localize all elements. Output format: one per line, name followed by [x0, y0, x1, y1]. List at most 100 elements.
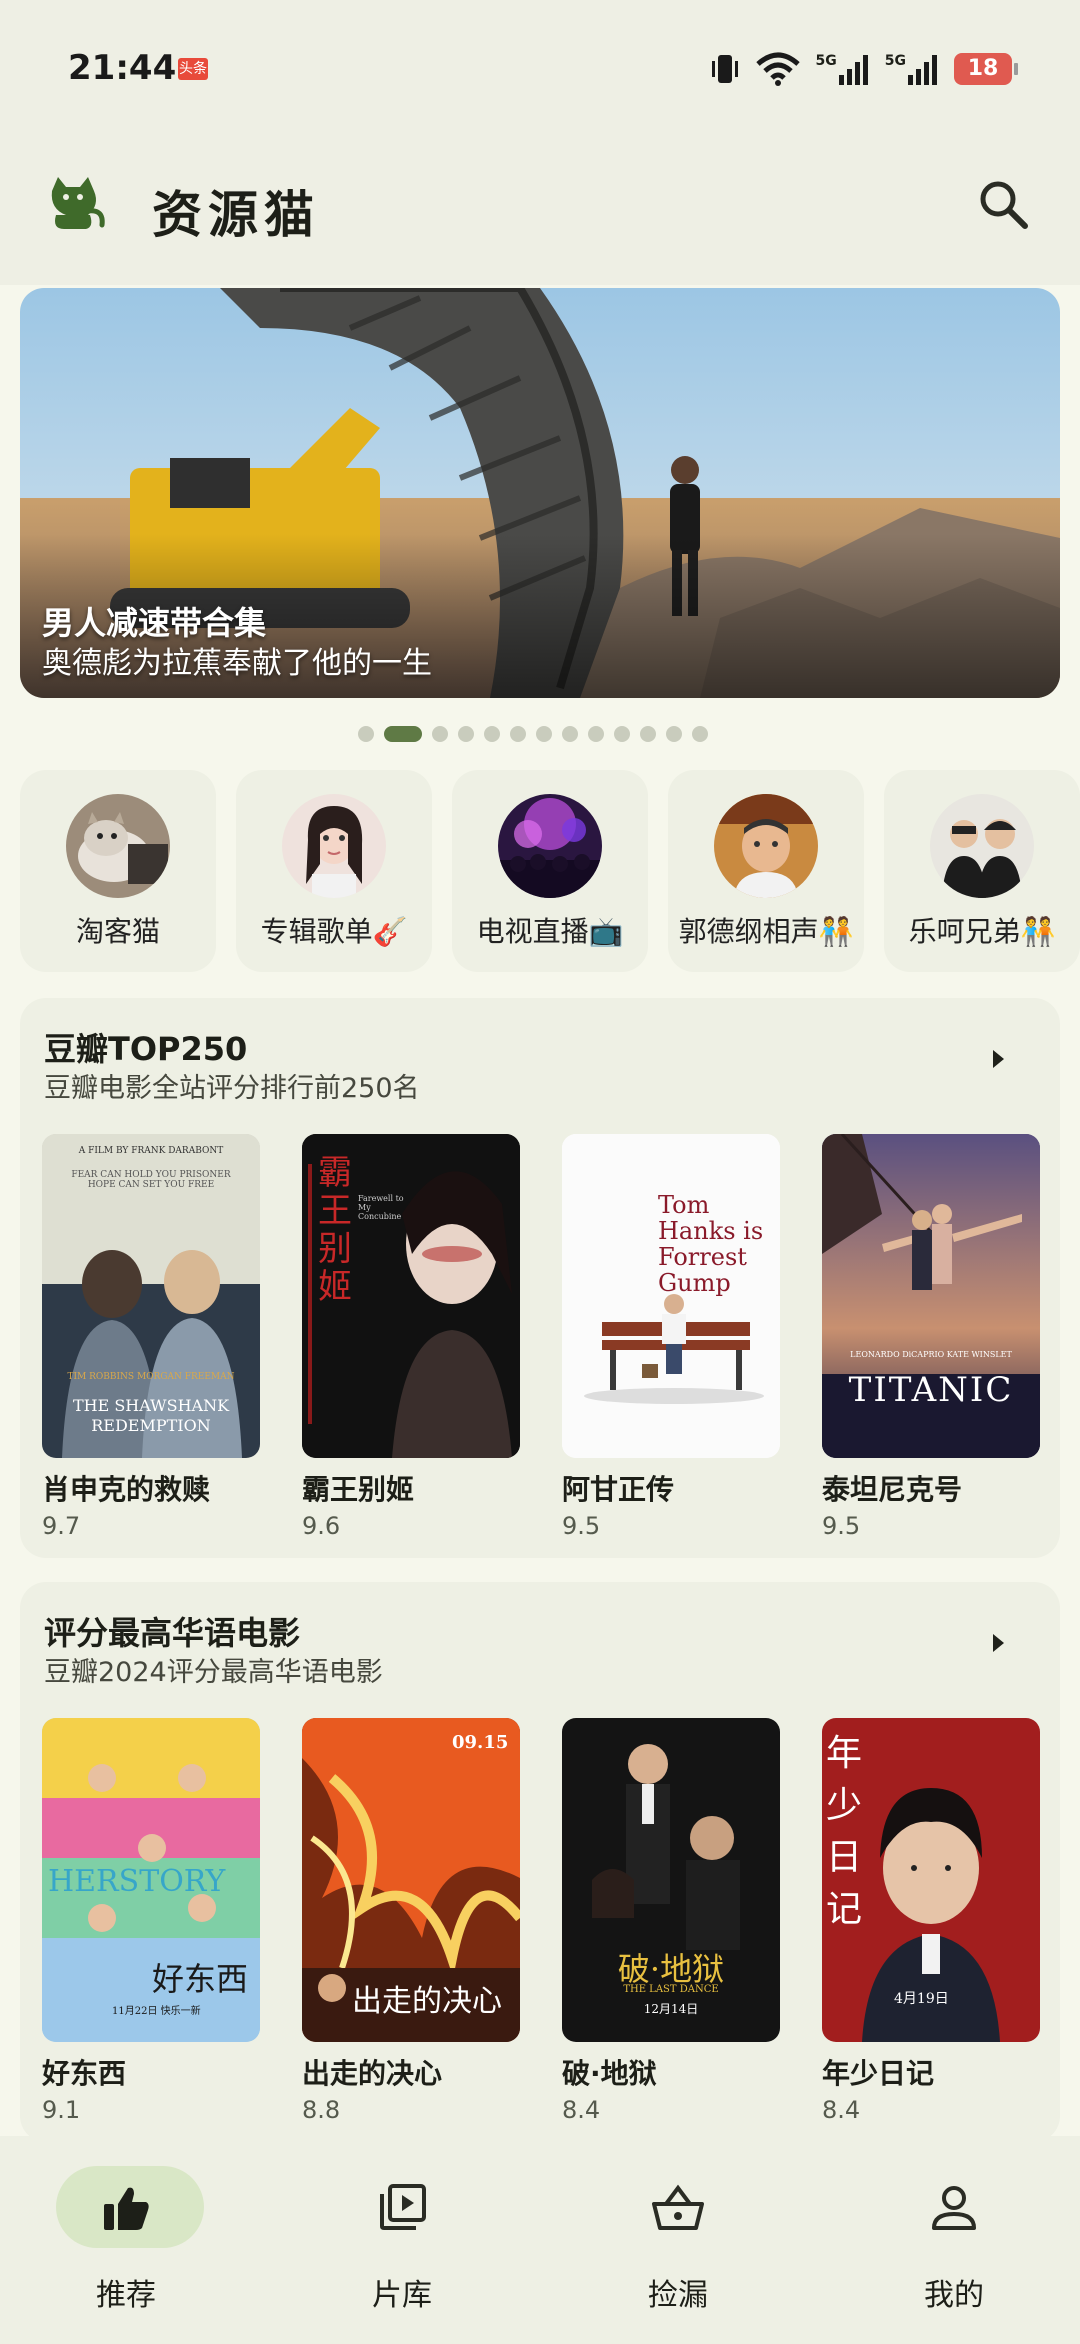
cat-logo-icon[interactable] [44, 171, 108, 235]
category-album-playlist[interactable]: 专辑歌单🎸 [236, 770, 432, 972]
poster-title: 年少日记 [826, 1733, 863, 1930]
carousel-dot[interactable] [692, 726, 708, 742]
app-title: 资源猫 [152, 185, 320, 244]
category-label: 淘客猫 [75, 915, 160, 948]
movie-poster: A FILM BY FRANK DARABONT FEAR CAN HOLD Y… [42, 1134, 260, 1458]
section-subtitle: 豆瓣2024评分最高华语电影 [44, 1657, 383, 1688]
carousel-dot[interactable] [640, 726, 656, 742]
section-top-chinese-films: 评分最高华语电影 豆瓣2024评分最高华语电影 HERSTORY 好东西 11月… [20, 1582, 1060, 2142]
tab-label: 捡漏 [648, 2278, 708, 2313]
network-label: 5G [815, 53, 837, 69]
carousel-dot[interactable] [358, 726, 374, 742]
carousel-dot-active[interactable] [384, 726, 422, 742]
section-title: 豆瓣TOP250 [44, 1030, 248, 1068]
tab-mine[interactable]: 我的 [874, 2166, 1034, 2316]
battery-icon: 18 [954, 51, 1018, 87]
carousel-dot[interactable] [484, 726, 500, 742]
avatar [498, 794, 602, 898]
search-icon[interactable] [975, 176, 1031, 232]
bottom-navigation: 推荐 片库 捡漏 我的 [0, 2136, 1080, 2344]
tab-recommend[interactable]: 推荐 [46, 2166, 206, 2316]
movie-card[interactable]: 破·地狱 THE LAST DANCE 12月14日 破·地狱 8.4 [562, 1718, 780, 2124]
movie-title: 年少日记 [822, 2057, 935, 2090]
movie-score: 8.4 [562, 2096, 601, 2124]
movie-card[interactable]: A FILM BY FRANK DARABONT FEAR CAN HOLD Y… [42, 1134, 260, 1540]
movie-card[interactable]: HERSTORY 好东西 11月22日 快乐一新 好东西 9.1 [42, 1718, 260, 2124]
carousel-dot[interactable] [666, 726, 682, 742]
avatar [66, 794, 170, 898]
movie-poster: LEONARDO DiCAPRIO KATE WINSLET TITANIC [822, 1134, 1040, 1458]
news-badge-icon: 头条 [178, 58, 208, 80]
movie-card[interactable]: LEONARDO DiCAPRIO KATE WINSLET TITANIC 泰… [822, 1134, 1040, 1540]
movie-score: 8.4 [822, 2096, 861, 2124]
movie-score: 9.5 [822, 1512, 861, 1540]
movie-poster: 年少日记 4月19日 [822, 1718, 1040, 2042]
video-library-icon [374, 2180, 430, 2236]
carousel-dot[interactable] [614, 726, 630, 742]
tab-library[interactable]: 片库 [322, 2166, 482, 2316]
avatar [282, 794, 386, 898]
movie-score: 9.7 [42, 1512, 81, 1540]
poster-credit: A FILM BY FRANK DARABONT [78, 1146, 224, 1156]
vibrate-icon [710, 51, 740, 87]
movie-card[interactable]: 年少日记 4月19日 年少日记 8.4 [822, 1718, 1040, 2124]
movie-card[interactable]: Tom Hanks is Forrest Gump 阿甘正传 9.5 [562, 1134, 780, 1540]
movie-poster: 09.15 出走的决心 [302, 1718, 520, 2042]
poster-actors: TIM ROBBINS MORGAN FREEMAN [67, 1372, 235, 1382]
movie-title: 破·地狱 [562, 2057, 657, 2090]
avatar [930, 794, 1034, 898]
movie-poster: Tom Hanks is Forrest Gump [562, 1134, 780, 1458]
signal-icon: 5G [885, 51, 938, 87]
movie-card[interactable]: 霸王别姬 Farewell to My Concubine 霸王别姬 9.6 [302, 1134, 520, 1540]
carousel-dot[interactable] [588, 726, 604, 742]
carousel-dot[interactable] [458, 726, 474, 742]
chevron-right-icon[interactable] [993, 1634, 1004, 1652]
tab-label: 推荐 [96, 2278, 156, 2313]
carousel-dot[interactable] [536, 726, 552, 742]
category-taokemao[interactable]: 淘客猫 [20, 770, 216, 972]
poster-title: 霸王别姬 [318, 1153, 352, 1307]
carousel-dot[interactable] [562, 726, 578, 742]
chevron-right-icon[interactable] [993, 1050, 1004, 1068]
movie-score: 9.1 [42, 2096, 81, 2124]
movie-title: 霸王别姬 [302, 1473, 415, 1506]
movie-list: HERSTORY 好东西 11月22日 快乐一新 好东西 9.1 09.15 出… [42, 1718, 1040, 2124]
movie-title: 阿甘正传 [562, 1473, 675, 1506]
poster-date: 11月22日 快乐一新 [112, 2006, 201, 2017]
banner-subtitle: 奥德彪为拉蕉奉献了他的一生 [42, 646, 432, 681]
poster-date: 4月19日 [894, 1991, 949, 2007]
battery-level: 18 [954, 53, 1018, 85]
poster-title: Tom Hanks is Forrest Gump [658, 1191, 764, 1297]
section-douban-top250: 豆瓣TOP250 豆瓣电影全站评分排行前250名 A FILM BY FRANK… [20, 998, 1060, 1558]
movie-title: 泰坦尼克号 [822, 1473, 963, 1506]
poster-subtitle: HERSTORY [48, 1864, 226, 1899]
poster-subtitle: Farewell to My Concubine [358, 1194, 404, 1221]
category-tv-live[interactable]: 电视直播📺 [452, 770, 648, 972]
network-label: 5G [884, 53, 906, 69]
movie-score: 9.5 [562, 1512, 601, 1540]
category-lehe-brothers[interactable]: 乐呵兄弟🧑‍🤝‍🧑 [884, 770, 1080, 972]
category-label: 郭德纲相声🧑‍🤝‍🧑 [678, 915, 854, 948]
tab-bargain[interactable]: 捡漏 [598, 2166, 758, 2316]
category-label: 乐呵兄弟🧑‍🤝‍🧑 [908, 915, 1056, 948]
movie-list: A FILM BY FRANK DARABONT FEAR CAN HOLD Y… [42, 1134, 1040, 1540]
carousel-indicator [358, 726, 708, 742]
poster-title: TITANIC [848, 1370, 1014, 1410]
carousel-dot[interactable] [510, 726, 526, 742]
thumbs-up-icon [98, 2180, 154, 2236]
movie-score: 9.6 [302, 1512, 341, 1540]
movie-poster: 霸王别姬 Farewell to My Concubine [302, 1134, 520, 1458]
poster-actors: LEONARDO DiCAPRIO KATE WINSLET [850, 1350, 1012, 1359]
wifi-icon [755, 51, 800, 87]
category-label: 电视直播📺 [476, 915, 624, 948]
person-icon [926, 2180, 982, 2236]
banner-carousel[interactable]: 男人减速带合集 奥德彪为拉蕉奉献了他的一生 [20, 288, 1060, 698]
poster-subtitle: THE LAST DANCE [623, 1984, 719, 1995]
app-bar: 资源猫 [0, 135, 1080, 285]
category-guo-degang[interactable]: 郭德纲相声🧑‍🤝‍🧑 [668, 770, 864, 972]
carousel-dot[interactable] [432, 726, 448, 742]
movie-card[interactable]: 09.15 出走的决心 出走的决心 8.8 [302, 1718, 520, 2124]
basket-icon [650, 2180, 706, 2236]
poster-date: 12月14日 [643, 2002, 699, 2016]
poster-tagline: FEAR CAN HOLD YOU PRISONER HOPE CAN SET … [71, 1170, 231, 1190]
